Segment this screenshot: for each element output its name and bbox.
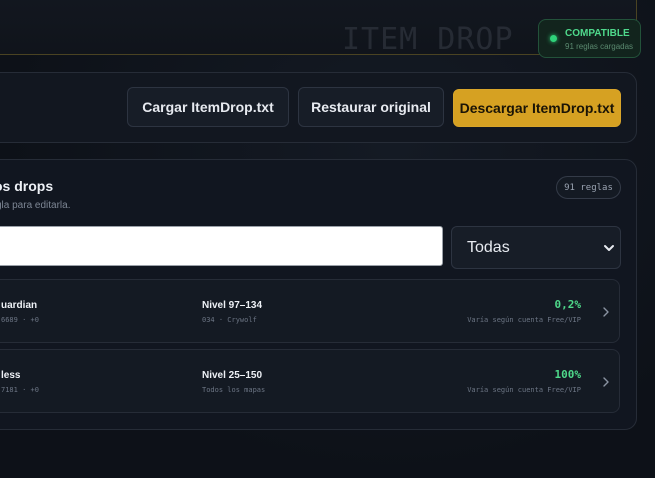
rule-drop-rate: 0,2% (554, 298, 582, 311)
app-title: ITEM DROP (342, 22, 514, 57)
rule-item-meta: 6689 · +0 (1, 316, 39, 324)
rule-drop-rate: 100% (554, 368, 582, 381)
rule-map: Todos los mapas (202, 386, 266, 394)
load-file-button[interactable]: Cargar ItemDrop.txt (127, 87, 289, 127)
rule-item-name: less (1, 370, 21, 381)
rules-count-badge: 91 reglas (556, 176, 621, 199)
rule-item-meta: 7181 · +0 (1, 386, 39, 394)
restore-original-button[interactable]: Restaurar original (298, 87, 444, 127)
rules-section-title: os drops (0, 178, 54, 194)
compatibility-status: COMPATIBLE (565, 28, 630, 39)
rule-level-range: Nivel 97–134 (202, 300, 263, 311)
chevron-down-icon (604, 245, 614, 251)
rule-map: 034 · Crywolf (202, 316, 257, 324)
rules-section-subtitle: gla para editarla. (0, 200, 71, 211)
status-dot-icon (550, 35, 557, 42)
rule-row[interactable]: uardian 6689 · +0 Nivel 97–134 034 · Cry… (0, 279, 620, 343)
rules-loaded-count: 91 reglas cargadas (565, 42, 634, 51)
filter-select[interactable]: Todas (451, 226, 621, 269)
rule-rate-note: Varía según cuenta Free/VIP (467, 316, 581, 324)
rule-row[interactable]: less 7181 · +0 Nivel 25–150 Todos los ma… (0, 349, 620, 413)
download-file-button[interactable]: Descargar ItemDrop.txt (453, 89, 621, 127)
item-drop-editor: ITEM DROP COMPATIBLE 91 reglas cargadas … (0, 0, 655, 478)
compatibility-badge: COMPATIBLE 91 reglas cargadas (538, 19, 641, 58)
chevron-right-icon (603, 377, 609, 387)
rule-level-range: Nivel 25–150 (202, 370, 263, 381)
chevron-right-icon (603, 307, 609, 317)
search-input[interactable] (0, 226, 443, 266)
filter-selected-value: Todas (467, 239, 510, 256)
rule-item-name: uardian (1, 300, 38, 311)
rule-rate-note: Varía según cuenta Free/VIP (467, 386, 581, 394)
